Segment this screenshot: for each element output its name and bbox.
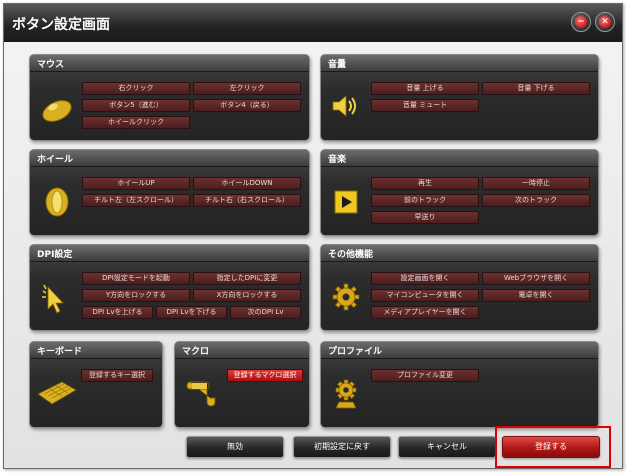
feature-dpi-change[interactable]: 指定したDPIに変更 xyxy=(193,272,301,285)
keyboard-icon xyxy=(37,381,77,405)
feature-button5-forward[interactable]: ボタン5（進む） xyxy=(82,99,190,112)
play-icon xyxy=(334,190,358,214)
feature-select-macro[interactable]: 登録するマクロ選択 xyxy=(227,369,303,382)
close-button[interactable]: ✕ xyxy=(595,12,615,32)
feature-lock-y[interactable]: Y方向をロックする xyxy=(82,289,190,302)
feature-volume-up[interactable]: 音量 上げる xyxy=(371,82,479,95)
panel-title-volume: 音量 xyxy=(328,60,347,70)
title-bar: ボタン設定画面 − ✕ xyxy=(4,4,622,42)
minimize-button[interactable]: − xyxy=(571,12,591,32)
reset-defaults-button[interactable]: 初期設定に戻す xyxy=(293,436,391,458)
feature-next-dpi[interactable]: 次のDPI Lv xyxy=(230,306,301,319)
panel-title-music: 音楽 xyxy=(328,155,347,165)
disable-button[interactable]: 無効 xyxy=(186,436,284,458)
feature-pause[interactable]: 一時停止 xyxy=(482,177,590,190)
panel-title-wheel: ホイール xyxy=(37,155,74,165)
scroll-icon xyxy=(186,381,216,407)
panel-header: DPI設定 xyxy=(30,245,309,262)
minimize-glyph: − xyxy=(577,17,585,27)
feature-select-key[interactable]: 登録するキー選択 xyxy=(81,369,153,382)
panel-dpi: DPI設定 DPI設定モードを起動 指定したDPIに変更 Y方向をロックする X… xyxy=(29,244,310,331)
speaker-icon xyxy=(332,95,356,117)
panel-header: プロファイル xyxy=(321,342,598,359)
panel-volume: 音量 音量 上げる 音量 下げる 音量 ミュート xyxy=(320,54,599,141)
panel-header: マウス xyxy=(30,55,309,72)
panel-other: その他機能 設定画面を開く Webブラウザを開く マイコンピュータを開く 電卓を… xyxy=(320,244,599,331)
panel-header: ホイール xyxy=(30,150,309,167)
feature-fast-forward[interactable]: 早送り xyxy=(371,211,479,224)
feature-tilt-left[interactable]: チルト左（左スクロール） xyxy=(82,194,190,207)
window-title: ボタン設定画面 xyxy=(12,17,110,33)
panel-wheel: ホイール ホイールUP ホイールDOWN チルト左（左スクロール） チルト右（右… xyxy=(29,149,310,236)
feature-dpi-up[interactable]: DPI Lvを上げる xyxy=(82,306,153,319)
feature-lock-x[interactable]: X方向をロックする xyxy=(193,289,301,302)
feature-change-profile[interactable]: プロファイル変更 xyxy=(371,369,479,382)
feature-dpi-down[interactable]: DPI Lvを下げる xyxy=(156,306,227,319)
feature-open-media-player[interactable]: メディアプレイヤーを開く xyxy=(371,306,479,319)
feature-button4-back[interactable]: ボタン4（戻る） xyxy=(193,99,301,112)
feature-dpi-mode[interactable]: DPI設定モードを起動 xyxy=(82,272,190,285)
feature-open-settings[interactable]: 設定画面を開く xyxy=(371,272,479,285)
gear-icon xyxy=(332,283,360,311)
profile-gear-icon xyxy=(335,379,357,409)
panel-header: 音量 xyxy=(321,55,598,72)
panel-header: 音楽 xyxy=(321,150,598,167)
cursor-icon xyxy=(42,284,64,314)
panel-title-keyboard: キーボード xyxy=(37,347,83,357)
feature-volume-mute[interactable]: 音量 ミュート xyxy=(371,99,479,112)
panel-profile: プロファイル プロファイル変更 xyxy=(320,341,599,428)
feature-volume-down[interactable]: 音量 下げる xyxy=(482,82,590,95)
close-glyph: ✕ xyxy=(601,17,609,27)
mouse-icon xyxy=(42,100,72,122)
button-settings-window: ボタン設定画面 − ✕ マウス 右クリック 左クリック ボタン5（進む） ボタン… xyxy=(3,3,623,469)
feature-wheel-up[interactable]: ホイールUP xyxy=(82,177,190,190)
panel-title-profile: プロファイル xyxy=(328,347,383,357)
register-button[interactable]: 登録する xyxy=(502,436,600,458)
panel-title-dpi: DPI設定 xyxy=(37,250,73,260)
feature-open-browser[interactable]: Webブラウザを開く xyxy=(482,272,590,285)
feature-play[interactable]: 再生 xyxy=(371,177,479,190)
cancel-button[interactable]: キャンセル xyxy=(398,436,496,458)
panel-mouse: マウス 右クリック 左クリック ボタン5（進む） ボタン4（戻る） ホイールクリ… xyxy=(29,54,310,141)
panel-title-macro: マクロ xyxy=(182,347,210,357)
wheel-icon xyxy=(45,187,69,217)
feature-previous-track[interactable]: 前のトラック xyxy=(371,194,479,207)
panel-header: マクロ xyxy=(175,342,309,359)
panel-title-other: その他機能 xyxy=(328,250,374,260)
panel-music: 音楽 再生 一時停止 前のトラック 次のトラック 早送り xyxy=(320,149,599,236)
panel-macro: マクロ 登録するマクロ選択 xyxy=(174,341,310,428)
panel-title-mouse: マウス xyxy=(37,60,65,70)
feature-open-my-computer[interactable]: マイコンピュータを開く xyxy=(371,289,479,302)
feature-tilt-right[interactable]: チルト右（右スクロール） xyxy=(193,194,301,207)
panel-header: その他機能 xyxy=(321,245,598,262)
feature-wheel-down[interactable]: ホイールDOWN xyxy=(193,177,301,190)
feature-wheel-click[interactable]: ホイールクリック xyxy=(82,116,190,129)
panel-header: キーボード xyxy=(30,342,162,359)
feature-left-click[interactable]: 左クリック xyxy=(193,82,301,95)
panel-keyboard: キーボード 登録するキー選択 xyxy=(29,341,163,428)
feature-right-click[interactable]: 右クリック xyxy=(82,82,190,95)
feature-next-track[interactable]: 次のトラック xyxy=(482,194,590,207)
feature-open-calculator[interactable]: 電卓を開く xyxy=(482,289,590,302)
